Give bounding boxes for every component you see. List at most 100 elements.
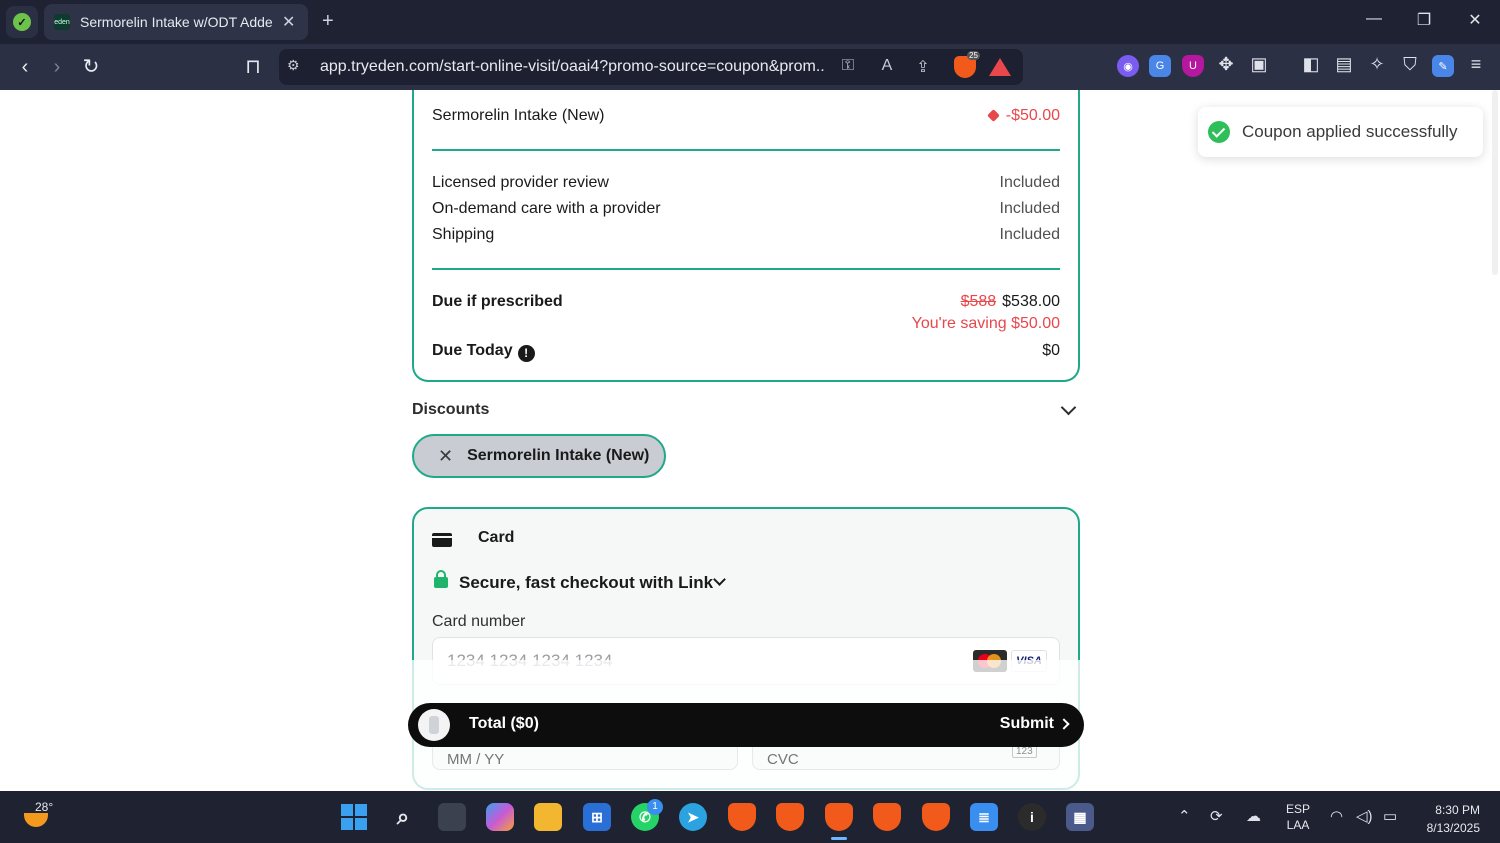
included-item-value: Included xyxy=(999,200,1061,217)
extension-ublock-icon[interactable]: U xyxy=(1182,55,1204,77)
forward-arrow-icon[interactable]: › xyxy=(44,54,70,80)
eden-favicon-icon: eden xyxy=(54,14,70,30)
included-item-row: Shipping Included xyxy=(432,226,1060,244)
discounted-price: $538.00 xyxy=(1002,293,1060,310)
submit-button[interactable]: Submit xyxy=(1000,715,1054,733)
browser-tab-strip: ✓ eden Sermorelin Intake w/ODT Added ✕ +… xyxy=(0,0,1500,44)
task-view-icon[interactable] xyxy=(438,803,466,831)
extension-pen-icon[interactable]: ✎ xyxy=(1432,55,1454,77)
sidebar-toggle-icon[interactable]: ◧ xyxy=(1299,54,1323,75)
profile-icon: ✓ xyxy=(13,13,31,31)
keyboard-layout: LAA xyxy=(1286,818,1310,832)
link-checkout-label[interactable]: Secure, fast checkout with Link xyxy=(459,573,713,593)
included-item-label: Licensed provider review xyxy=(432,174,609,191)
weather-sun-icon xyxy=(24,813,48,827)
browser-menu-button[interactable]: ✓ xyxy=(6,6,38,38)
share-icon[interactable]: ⇪ xyxy=(912,57,934,77)
copilot-icon[interactable] xyxy=(486,803,514,831)
due-if-prescribed-price-wrap: $588 $538.00 xyxy=(961,293,1060,311)
microsoft-store-icon[interactable]: ⊞ xyxy=(583,803,611,831)
browser-tab-active[interactable]: eden Sermorelin Intake w/ODT Added ✕ xyxy=(44,4,308,40)
summary-divider xyxy=(432,268,1060,270)
chevron-right-icon[interactable] xyxy=(1058,718,1070,730)
applied-discount-label: Sermorelin Intake (New) xyxy=(467,447,650,464)
bookmark-icon[interactable]: ⊓ xyxy=(240,54,266,80)
brave-profile-2-icon[interactable] xyxy=(776,803,804,831)
wifi-icon[interactable]: ◠ xyxy=(1330,807,1343,825)
language-indicator[interactable]: ESP LAA xyxy=(1286,801,1310,833)
due-if-prescribed-row: Due if prescribed $588 $538.00 xyxy=(432,293,1060,311)
success-check-icon xyxy=(1208,121,1230,143)
discounts-header[interactable]: Discounts xyxy=(412,399,1080,419)
included-item-value: Included xyxy=(999,174,1061,191)
coupon-tag-icon xyxy=(986,109,1000,122)
minimize-window-icon[interactable]: — xyxy=(1362,10,1386,28)
telegram-icon[interactable]: ➤ xyxy=(679,803,707,831)
toast-message: Coupon applied successfully xyxy=(1242,122,1458,141)
file-explorer-icon[interactable] xyxy=(534,803,562,831)
tab-title: Sermorelin Intake w/ODT Added xyxy=(80,14,272,30)
notepad-icon[interactable]: ≣ xyxy=(970,803,998,831)
volume-icon[interactable]: ◁) xyxy=(1356,807,1373,825)
leo-ai-icon[interactable]: ✧ xyxy=(1365,54,1389,75)
extension-translate-icon[interactable]: G xyxy=(1149,55,1171,77)
screenshot-icon[interactable]: ▣ xyxy=(1247,54,1271,75)
app-info-icon[interactable]: i xyxy=(1018,803,1046,831)
included-item-label: Shipping xyxy=(432,226,495,243)
product-thumbnail xyxy=(418,709,450,741)
lock-icon xyxy=(434,570,448,588)
back-arrow-icon[interactable]: ‹ xyxy=(12,54,38,80)
search-icon[interactable]: ⌕ xyxy=(389,803,417,831)
onedrive-icon[interactable]: ☁ xyxy=(1246,807,1261,825)
new-tab-button[interactable]: + xyxy=(322,10,334,32)
sync-icon[interactable]: ⟳ xyxy=(1210,807,1223,825)
vpn-shield-icon[interactable]: ⛉ xyxy=(1398,54,1422,75)
due-today-value: $0 xyxy=(1042,342,1060,359)
brave-profile-4-icon[interactable] xyxy=(873,803,901,831)
url-text[interactable]: app.tryeden.com/start-online-visit/oaai4… xyxy=(320,58,825,76)
discounts-title: Discounts xyxy=(412,401,490,418)
discount-line: Sermorelin Intake (New) -$50.00 xyxy=(432,107,1060,125)
cvc-input[interactable] xyxy=(767,751,917,768)
info-icon[interactable]: ! xyxy=(517,344,535,362)
brave-rewards-icon[interactable] xyxy=(989,58,1011,76)
tray-overflow-chevron-icon[interactable]: ⌃ xyxy=(1178,807,1191,825)
calculator-icon[interactable]: ▦ xyxy=(1066,803,1094,831)
wallet-icon[interactable]: ▤ xyxy=(1332,54,1356,75)
due-if-prescribed-label: Due if prescribed xyxy=(432,293,563,310)
brave-profile-5-icon[interactable] xyxy=(922,803,950,831)
restore-window-icon[interactable]: ❐ xyxy=(1412,10,1436,30)
summary-divider xyxy=(432,149,1060,151)
due-today-label: Due Today xyxy=(432,342,513,359)
remove-discount-icon[interactable]: ✕ xyxy=(438,446,453,467)
discount-line-value: -$50.00 xyxy=(1005,107,1060,124)
included-item-row: Licensed provider review Included xyxy=(432,174,1060,192)
due-today-label-wrap: Due Today! xyxy=(432,342,535,362)
password-key-icon[interactable]: ⚿ xyxy=(837,57,859,75)
site-info-icon[interactable]: ⚙ xyxy=(287,57,300,74)
windows-start-icon[interactable] xyxy=(341,804,367,830)
reload-icon[interactable]: ↻ xyxy=(78,54,104,80)
card-number-label: Card number xyxy=(432,613,526,630)
tab-close-icon[interactable]: ✕ xyxy=(282,12,295,32)
shields-count-badge: 25 xyxy=(967,51,980,60)
address-bar[interactable]: ⚙ app.tryeden.com/start-online-visit/oaa… xyxy=(279,49,1023,85)
clock[interactable]: 8:30 PM 8/13/2025 xyxy=(1416,801,1480,837)
payment-method-label[interactable]: Card xyxy=(478,529,514,547)
applied-discount-chip: ✕ Sermorelin Intake (New) xyxy=(412,434,666,478)
close-window-icon[interactable]: ✕ xyxy=(1463,10,1487,30)
included-item-value: Included xyxy=(999,226,1061,243)
extensions-puzzle-icon[interactable]: ✥ xyxy=(1214,54,1238,75)
battery-icon[interactable]: ▭ xyxy=(1383,807,1397,825)
extension-fingerprint-icon[interactable]: ◉ xyxy=(1117,55,1139,77)
chevron-down-icon[interactable] xyxy=(1060,399,1077,415)
link-chevron-down-icon[interactable] xyxy=(713,573,726,586)
scrollbar-thumb[interactable] xyxy=(1492,90,1498,275)
saving-row: You're saving $50.00 xyxy=(432,315,1060,333)
discount-line-label: Sermorelin Intake (New) xyxy=(432,107,605,124)
hamburger-menu-icon[interactable]: ≡ xyxy=(1464,54,1488,75)
translate-icon[interactable]: A xyxy=(876,57,898,75)
brave-profile-active-icon[interactable] xyxy=(825,803,853,840)
expiry-input[interactable] xyxy=(447,751,647,768)
brave-icon[interactable] xyxy=(728,803,756,831)
